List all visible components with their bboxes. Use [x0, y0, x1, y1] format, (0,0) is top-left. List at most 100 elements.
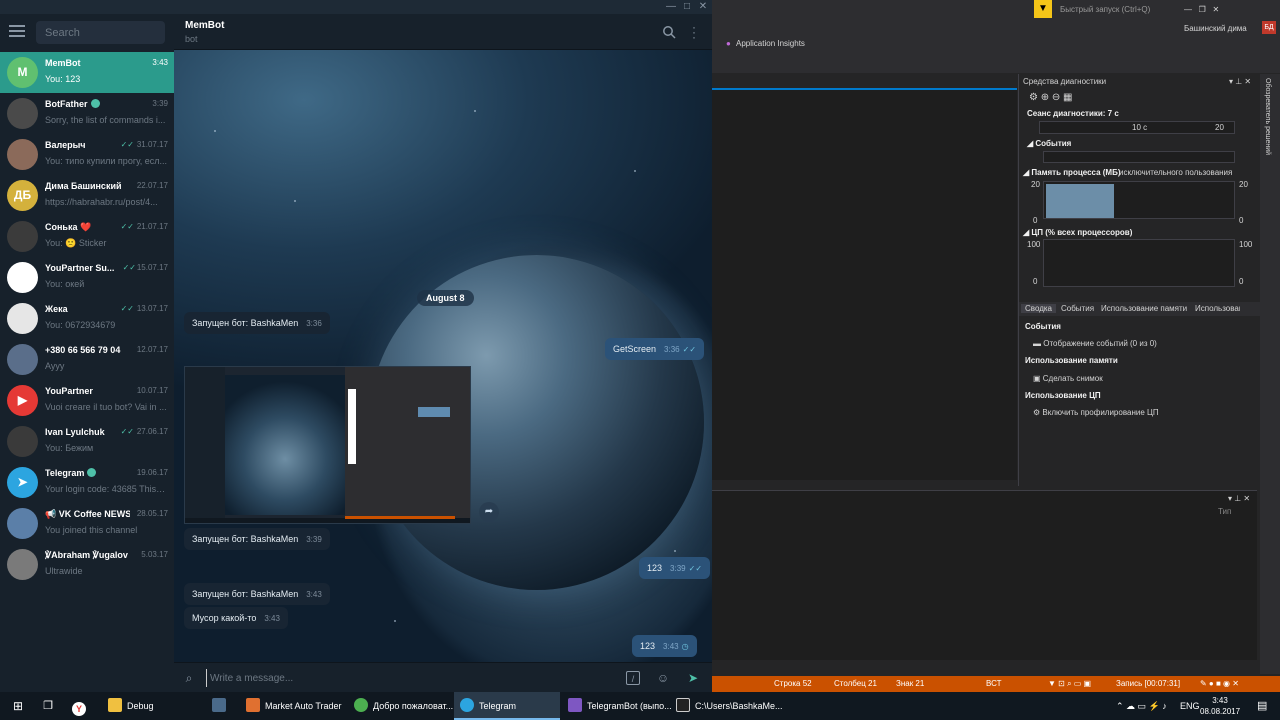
chat-name: YouPartner Su... [45, 263, 115, 273]
vs-user-name[interactable]: Башинский дима [1184, 24, 1247, 33]
chat-name: 📢 VK Coffee NEWS [45, 509, 130, 519]
system-clock[interactable]: 3:43 08.08.2017 [1200, 695, 1240, 717]
avatar: M [7, 57, 38, 88]
task-view-icon[interactable]: ❐ [40, 692, 56, 720]
message-in[interactable]: Мусор какой-то 3:43 [184, 607, 288, 629]
message-out[interactable]: 123 3:39 ✓✓ [639, 557, 711, 579]
taskbar-item-telegram[interactable]: Telegram [454, 692, 560, 720]
memory-label: ◢ Память процесса (МБ) [1023, 168, 1121, 177]
message-input[interactable] [206, 669, 606, 687]
yandex-browser-icon[interactable]: Y [72, 692, 90, 720]
bot-commands-icon[interactable]: / [626, 671, 640, 685]
chat-item-vk-coffee[interactable]: 📢 VK Coffee NEWS 28.05.17 You joined thi… [0, 503, 174, 544]
search-input[interactable] [36, 21, 165, 44]
search-icon[interactable] [662, 25, 676, 39]
message-in[interactable]: Запущен бот: BashkaMen 3:43 [184, 583, 330, 605]
close-button[interactable]: ✕ [694, 0, 712, 14]
language-indicator[interactable]: ENG [1180, 692, 1200, 720]
tab-events[interactable]: События [1061, 304, 1094, 313]
app-insights-button[interactable]: Application Insights [736, 39, 805, 48]
tab-memory[interactable]: Использование памяти [1101, 304, 1187, 313]
double-check-icon: ✓✓ [688, 564, 703, 573]
message-time: 3:39 [306, 535, 322, 544]
code-editor[interactable] [712, 88, 1017, 480]
status-toolbar-icons[interactable]: ▼ ⊡ ⌕ ▭ ▣ [1048, 679, 1091, 689]
chat-item-botfather[interactable]: BotFather 3:39 Sorry, the list of comman… [0, 93, 174, 134]
message-in[interactable]: Запущен бот: BashkaMen 3:36 [184, 312, 330, 334]
visual-studio-window: ▼ Быстрый запуск (Ctrl+Q) — ❐ ✕ Башински… [712, 0, 1280, 692]
chat-item-sonka[interactable]: Сонька ❤️ ✓✓ 21.07.17 You: 🙁 Sticker [0, 216, 174, 257]
message-time: 3:36 [306, 319, 322, 328]
avatar [7, 344, 38, 375]
solution-explorer-tab[interactable]: Обозреватель решений [1264, 78, 1271, 155]
taskbar-item-debug[interactable]: Debug [100, 692, 200, 720]
enable-cpu-profiling-link[interactable]: ⚙ Включить профилирование ЦП [1033, 408, 1159, 417]
chat-time: 15.07.17 [136, 263, 168, 272]
tray-icons[interactable]: ⌃ ☁ ▭ ⚡ ♪ [1116, 692, 1167, 720]
chat-item-telegram[interactable]: ➤ Telegram 19.06.17 Your login code: 436… [0, 462, 174, 503]
screenshot-photo[interactable] [184, 366, 471, 524]
filter-icon[interactable]: ▼ [1034, 0, 1052, 18]
app-icon [246, 698, 260, 712]
chat-time: 13.07.17 [136, 304, 168, 313]
notifications-icon[interactable]: ▤ [1257, 692, 1267, 720]
tab-cpu[interactable]: Использован [1195, 304, 1240, 313]
attach-paperclip-icon[interactable]: ⌕ [182, 671, 196, 685]
chat-preview: You: окей [45, 279, 85, 289]
panel-pin-close[interactable]: ▾ ⊥ ✕ [1229, 77, 1251, 86]
record-controls[interactable]: ✎ ● ■ ◉ ✕ [1200, 679, 1239, 688]
avatar [7, 508, 38, 539]
section-head: Использование памяти [1025, 356, 1118, 365]
tab-summary[interactable]: Сводка [1021, 304, 1057, 313]
take-snapshot-link[interactable]: ▣ Сделать снимок [1033, 374, 1103, 383]
status-char: Знак 21 [896, 679, 925, 688]
chat-item-abraham[interactable]: ℣Abraham ℣ugalov 5.03.17 Ultrawide [0, 544, 174, 585]
events-track [1043, 151, 1235, 163]
windows-taskbar: ⊞ ❐ Y Debug Market Auto Trader Добро пож… [0, 692, 1280, 720]
status-line: Строка 52 [774, 679, 812, 688]
steam-icon[interactable] [212, 692, 232, 720]
chat-item-phone[interactable]: +380 66 566 79 04 12.07.17 Ayyy [0, 339, 174, 380]
chat-item-membot[interactable]: M MemBot 3:43 You: 123 [0, 52, 174, 93]
avatar: ➤ [7, 467, 38, 498]
chat-name: MemBot [45, 58, 81, 68]
hamburger-menu-icon[interactable] [9, 25, 25, 39]
chat-time: 27.06.17 [136, 427, 168, 436]
double-check-icon: ✓✓ [682, 345, 697, 354]
show-events-link[interactable]: ▬ Отображение событий (0 из 0) [1033, 339, 1157, 348]
chat-preview: Sorry, the list of commands i... [45, 115, 166, 125]
window-controls[interactable]: — ❐ ✕ [1184, 5, 1219, 14]
chat-time: 19.06.17 [136, 468, 168, 477]
message-out[interactable]: 123 3:43 ◷ [632, 635, 697, 657]
taskbar-item-chrome[interactable]: Добро пожаловат... [348, 692, 453, 720]
chrome-icon [354, 698, 368, 712]
message-in[interactable]: Запущен бот: BashkaMen 3:39 [184, 528, 330, 550]
solution-explorer-rail[interactable]: Обозреватель решений [1260, 74, 1280, 674]
message-out[interactable]: GetScreen 3:36 ✓✓ [605, 338, 705, 360]
avatar: ДБ [7, 180, 38, 211]
session-label: Сеанс диагностики: 7 с [1027, 109, 1119, 118]
emoji-icon[interactable]: ☺ [656, 671, 670, 685]
avatar[interactable]: БД [1262, 21, 1276, 34]
quick-launch-input[interactable]: Быстрый запуск (Ctrl+Q) [1060, 5, 1150, 14]
chat-item-valerych[interactable]: Валерыч ✓✓ 31.07.17 You: типо купили про… [0, 134, 174, 175]
send-icon[interactable]: ➤ [686, 671, 700, 685]
chat-item-youpartner[interactable]: ▶ YouPartner 10.07.17 Vuoi creare il tuo… [0, 380, 174, 421]
taskbar-item-visual-studio[interactable]: TelegramBot (выпо... [562, 692, 672, 720]
chat-time: 3:39 [152, 99, 168, 108]
panel-pin-close[interactable]: ▾ ⊥ ✕ [1228, 494, 1250, 503]
taskbar-item-console[interactable]: C:\Users\BashkaMe... [670, 692, 783, 720]
status-mode: ВСТ [986, 679, 1002, 688]
windows-start-icon[interactable]: ⊞ [10, 692, 26, 720]
more-menu-icon[interactable]: · · · [692, 21, 698, 43]
timeline-ruler[interactable]: 10 с 20 [1039, 121, 1235, 134]
settings-gear-icon[interactable]: ⚙ ⊕ ⊖ ▦ [1029, 92, 1073, 103]
chat-item-youpartner-support[interactable]: YouPartner Su... ✓✓ 15.07.17 You: окей [0, 257, 174, 298]
chat-item-zheka[interactable]: Жека ✓✓ 13.07.17 You: 0672934679 [0, 298, 174, 339]
date-separator: August 8 [417, 290, 474, 306]
play-icon: ▶ [17, 393, 28, 407]
share-icon[interactable]: ➦ [479, 502, 499, 522]
chat-item-ivan[interactable]: Ivan Lyulchuk ✓✓ 27.06.17 You: Бежим [0, 421, 174, 462]
taskbar-item-market-auto-trader[interactable]: Market Auto Trader [240, 692, 345, 720]
chat-item-dima[interactable]: ДБ Дима Башинский 22.07.17 https://habra… [0, 175, 174, 216]
